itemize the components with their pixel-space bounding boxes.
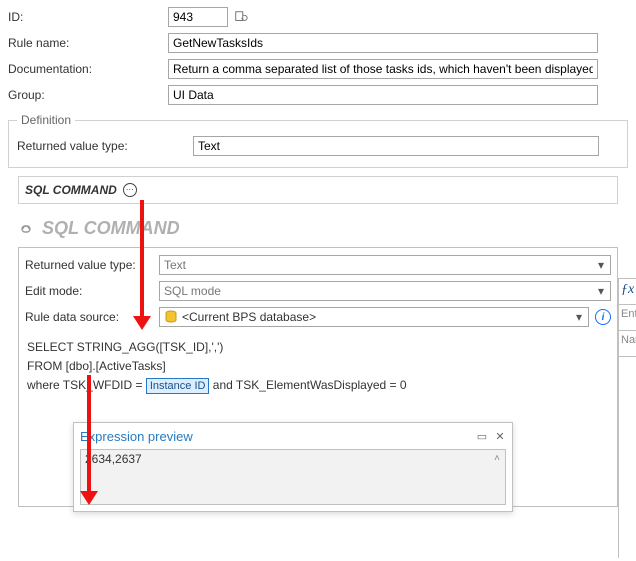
rule-name-input[interactable] (168, 33, 598, 53)
documentation-input[interactable] (168, 59, 598, 79)
close-icon[interactable]: ✕ (494, 430, 506, 442)
rule-name-label: Rule name: (8, 36, 168, 50)
edit-mode-label: Edit mode: (25, 284, 155, 298)
returned-type-input[interactable] (193, 136, 599, 156)
data-source-label: Rule data source: (25, 310, 155, 324)
returned-type-label: Returned value type: (17, 139, 193, 153)
edit-mode-value: SQL mode ▾ (159, 281, 611, 301)
top-form: ID: Rule name: Documentation: Group: (0, 0, 636, 112)
group-input[interactable] (168, 85, 598, 105)
link-icon (18, 221, 34, 237)
chevron-down-icon: ▾ (594, 284, 608, 298)
database-icon (164, 310, 178, 324)
info-icon[interactable]: i (595, 309, 611, 325)
sql-line: SELECT STRING_AGG([TSK_ID],',') (27, 338, 609, 357)
id-input[interactable] (168, 7, 228, 27)
group-label: Group: (8, 88, 168, 102)
chevron-down-icon[interactable]: ▾ (572, 310, 586, 324)
scroll-up-icon[interactable]: ˄ (491, 452, 503, 464)
sql-command-header: SQL COMMAND (18, 218, 618, 239)
expression-preview-popup: Expression preview ▭ ✕ 2634,2637 ˄ (73, 422, 513, 512)
expression-preview-result: 2634,2637 (85, 452, 142, 466)
sql-command-tab-label: SQL COMMAND (25, 183, 117, 197)
refresh-id-icon[interactable] (232, 8, 250, 26)
data-source-text: <Current BPS database> (182, 310, 568, 324)
editor-returned-label: Returned value type: (25, 258, 155, 272)
data-source-combo[interactable]: <Current BPS database> ▾ (159, 307, 589, 327)
more-icon[interactable]: ⋯ (123, 183, 137, 197)
variable-token-instance-id[interactable]: Instance ID (146, 378, 210, 394)
side-nar-cell[interactable]: Nar (619, 331, 636, 357)
expression-preview-title: Expression preview (80, 429, 193, 444)
definition-legend: Definition (17, 113, 75, 127)
editor-returned-value: Text ▾ (159, 255, 611, 275)
sql-text-area[interactable]: SELECT STRING_AGG([TSK_ID],',') FROM [db… (25, 332, 611, 398)
chevron-down-icon: ▾ (594, 258, 608, 272)
definition-group: Definition Returned value type: (8, 120, 628, 168)
expression-preview-body: 2634,2637 ˄ (80, 449, 506, 505)
maximize-icon[interactable]: ▭ (476, 430, 488, 442)
sql-command-title: SQL COMMAND (42, 218, 180, 239)
side-ent-cell[interactable]: Ent (619, 305, 636, 331)
sql-line: FROM [dbo].[ActiveTasks] (27, 357, 609, 376)
documentation-label: Documentation: (8, 62, 168, 76)
side-panel-partial: ƒx Ent Nar (618, 278, 636, 558)
id-label: ID: (8, 10, 168, 24)
sql-line: where TSK_WFDID = Instance ID and TSK_El… (27, 376, 609, 395)
sql-command-tab[interactable]: SQL COMMAND ⋯ (18, 176, 618, 204)
sql-editor-panel: Returned value type: Text ▾ Edit mode: S… (18, 247, 618, 507)
fx-icon[interactable]: ƒx (619, 279, 636, 305)
